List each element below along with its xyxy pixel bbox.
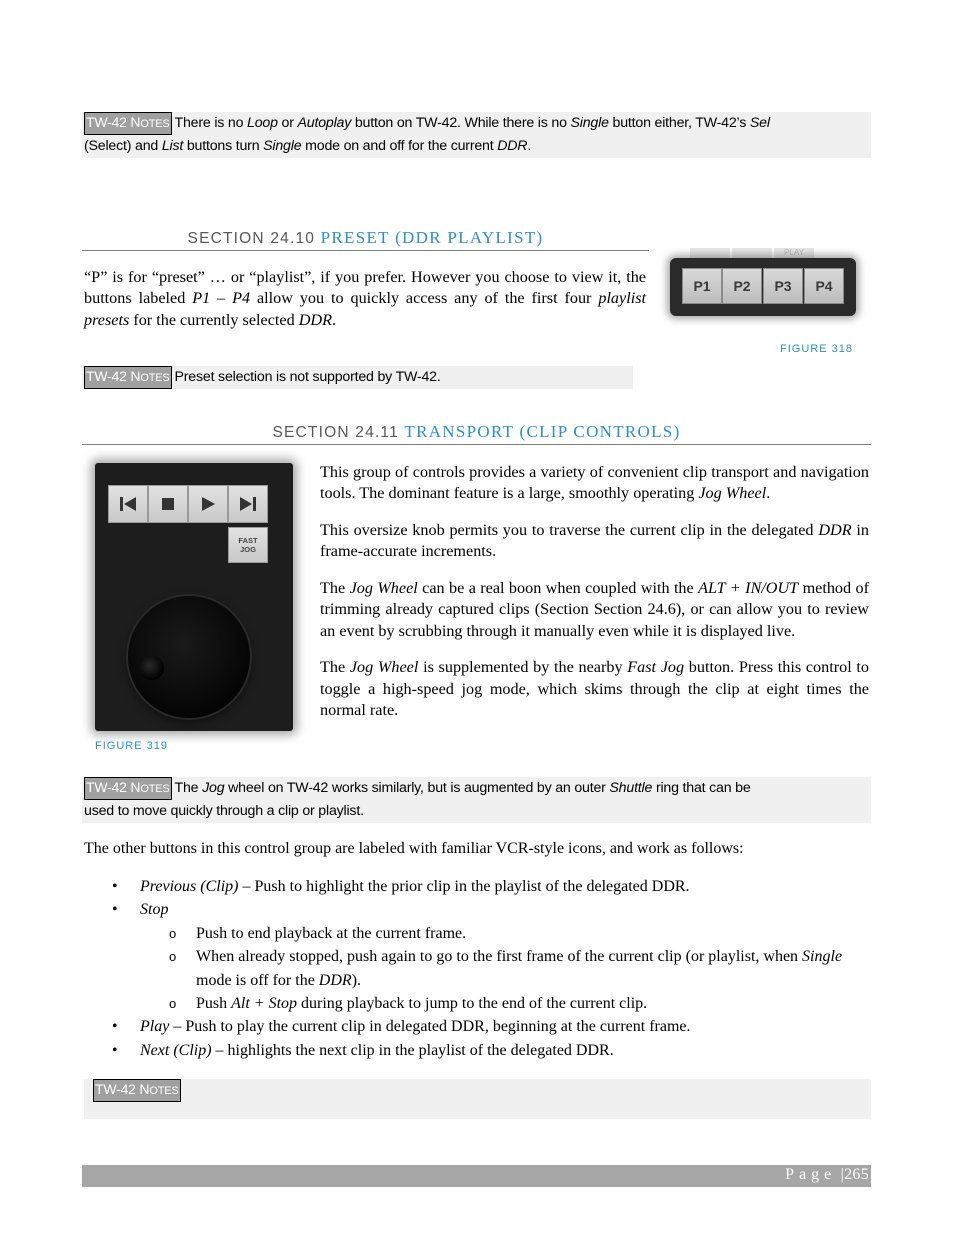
next-icon — [240, 497, 256, 511]
jog-wheel-dimple — [140, 656, 164, 680]
tw42-note-preset: TW-42 NOTES Preset selection is not suppo… — [82, 366, 633, 389]
figure-319-caption: FIGURE 319 — [95, 740, 168, 752]
sub-item: o Push to end playback at the current fra… — [169, 924, 467, 942]
figure-318-caption: FIGURE 318 — [780, 343, 853, 355]
preset-button-p4: P4 — [804, 268, 844, 304]
sub-item: o When already stopped, push again to go … — [169, 948, 843, 989]
page-number: Page |265 — [785, 1166, 869, 1183]
list-intro: The other buttons in this control group … — [84, 840, 744, 857]
figure-318-preset-buttons: PLAY P1 P2 P3 P4 — [670, 248, 856, 320]
list-item-stop: • Stop — [112, 901, 169, 919]
note-tag: TW-42 NOTES — [84, 777, 172, 800]
note-tag: TW-42 NOTES — [84, 366, 172, 389]
fast-jog-button: FAST JOG — [228, 527, 268, 563]
list-item-next: • Next (Clip) – highlights the next clip … — [112, 1041, 614, 1059]
tw42-note-jog: TW-42 NOTES The Jog wheel on TW-42 works … — [82, 777, 871, 823]
previous-clip-button — [108, 485, 148, 523]
stop-icon — [162, 498, 174, 510]
section-heading-24-10: SECTION 24.10 PRESET (DDR PLAYLIST) — [82, 228, 649, 251]
paragraph: This group of controls provides a variet… — [320, 463, 869, 503]
section-heading-24-11: SECTION 24.11 TRANSPORT (CLIP CONTROLS) — [82, 422, 871, 445]
transport-button-list: • Previous (Clip) – Push to highlight the… — [112, 875, 872, 1062]
tw42-note-empty: TW-42 NOTES — [84, 1079, 871, 1119]
preset-button-p2: P2 — [722, 268, 762, 304]
play-button — [188, 485, 228, 523]
note-tag: TW-42 NOTES — [93, 1079, 181, 1102]
page-footer: Page |265 — [82, 1165, 871, 1187]
paragraph: The Jog Wheel can be a real boon when co… — [320, 578, 869, 640]
preset-button-p3: P3 — [763, 268, 803, 304]
sub-item: o Push Alt + Stop during playback to jump… — [169, 995, 648, 1013]
figure-319-transport-controls: FAST JOG — [95, 463, 293, 731]
next-clip-button — [228, 485, 268, 523]
list-item-play: • Play – Push to play the current clip in… — [112, 1018, 691, 1036]
jog-wheel — [128, 596, 250, 718]
paragraph: This oversize knob permits you to traver… — [320, 520, 869, 561]
note-tag: TW-42 NOTES — [84, 112, 172, 135]
list-item-previous: • Previous (Clip) – Push to highlight the… — [112, 878, 690, 895]
play-icon — [202, 497, 215, 511]
transport-description: This group of controls provides a variet… — [320, 462, 869, 737]
tw42-note-loop: TW-42 NOTES There is no Loop or Autoplay … — [82, 112, 871, 158]
preset-paragraph: “P” is for “preset” … or “playlist”, if … — [84, 268, 647, 329]
preset-button-p1: P1 — [682, 268, 722, 304]
previous-icon — [120, 497, 136, 511]
stop-button — [148, 485, 188, 523]
paragraph: The Jog Wheel is supplemented by the nea… — [320, 658, 869, 719]
